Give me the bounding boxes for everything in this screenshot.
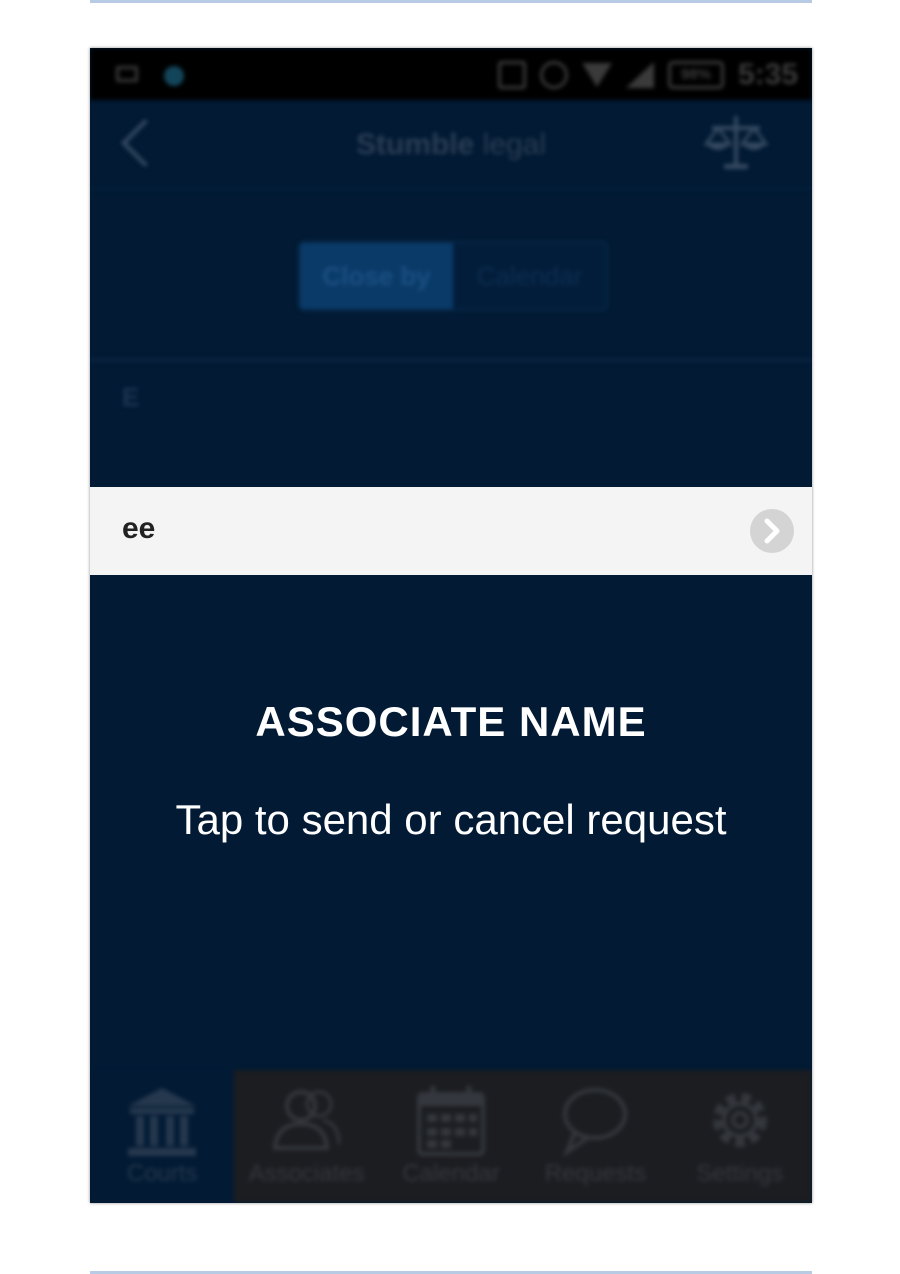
phone-screen: 98% 5:35 Stumble legal Close by Calendar xyxy=(90,48,812,1203)
scales-button[interactable] xyxy=(703,110,769,174)
nfc-icon xyxy=(497,61,526,89)
hint-subtitle: Tap to send or cancel request xyxy=(175,796,727,843)
alarm-icon xyxy=(539,61,568,89)
calendar-icon xyxy=(417,1086,486,1156)
segment-calendar[interactable]: Calendar xyxy=(453,243,606,309)
chevron-right-icon[interactable] xyxy=(750,509,794,553)
status-bar: 98% 5:35 xyxy=(90,48,812,100)
app-title-light: legal xyxy=(474,128,547,161)
status-icons: 98% 5:35 xyxy=(497,58,798,92)
tab-bar: Courts Associates Calendar Requests Sett… xyxy=(90,1070,812,1203)
view-switcher: Close by Calendar xyxy=(298,241,608,311)
people-icon xyxy=(272,1090,341,1150)
courthouse-icon xyxy=(128,1088,197,1156)
tab-label: Associates xyxy=(248,1160,365,1187)
gear-icon xyxy=(712,1093,767,1147)
tab-label: Requests xyxy=(544,1160,647,1187)
clock: 5:35 xyxy=(737,58,798,91)
tab-label: Calendar xyxy=(402,1160,500,1187)
tab-associates[interactable]: Associates xyxy=(234,1070,378,1203)
tab-requests[interactable]: Requests xyxy=(523,1070,667,1203)
speech-bubble-icon xyxy=(563,1088,628,1158)
tab-label: Courts xyxy=(126,1160,198,1187)
section-divider xyxy=(90,358,812,362)
app-title-bold: Stumble xyxy=(355,128,475,161)
scales-of-justice-icon xyxy=(703,116,769,169)
tab-courts[interactable]: Courts xyxy=(90,1070,235,1203)
tab-label: Settings xyxy=(696,1160,784,1187)
list-item-label: ee xyxy=(122,512,156,545)
section-header: E xyxy=(122,382,140,412)
picture-notification-icon xyxy=(116,66,138,82)
previous-screen-edge xyxy=(90,0,812,3)
segment-close-by[interactable]: Close by xyxy=(300,243,453,309)
signal-icon xyxy=(625,62,654,88)
list-item[interactable]: ee xyxy=(90,487,812,575)
tab-calendar[interactable]: Calendar xyxy=(379,1070,523,1203)
app-notification-icon xyxy=(164,66,184,86)
battery-icon: 98% xyxy=(667,61,724,89)
tab-settings[interactable]: Settings xyxy=(668,1070,812,1203)
wifi-icon xyxy=(581,63,612,87)
hint-title: ASSOCIATE NAME xyxy=(255,698,647,745)
app-header: Stumble legal xyxy=(90,100,812,189)
